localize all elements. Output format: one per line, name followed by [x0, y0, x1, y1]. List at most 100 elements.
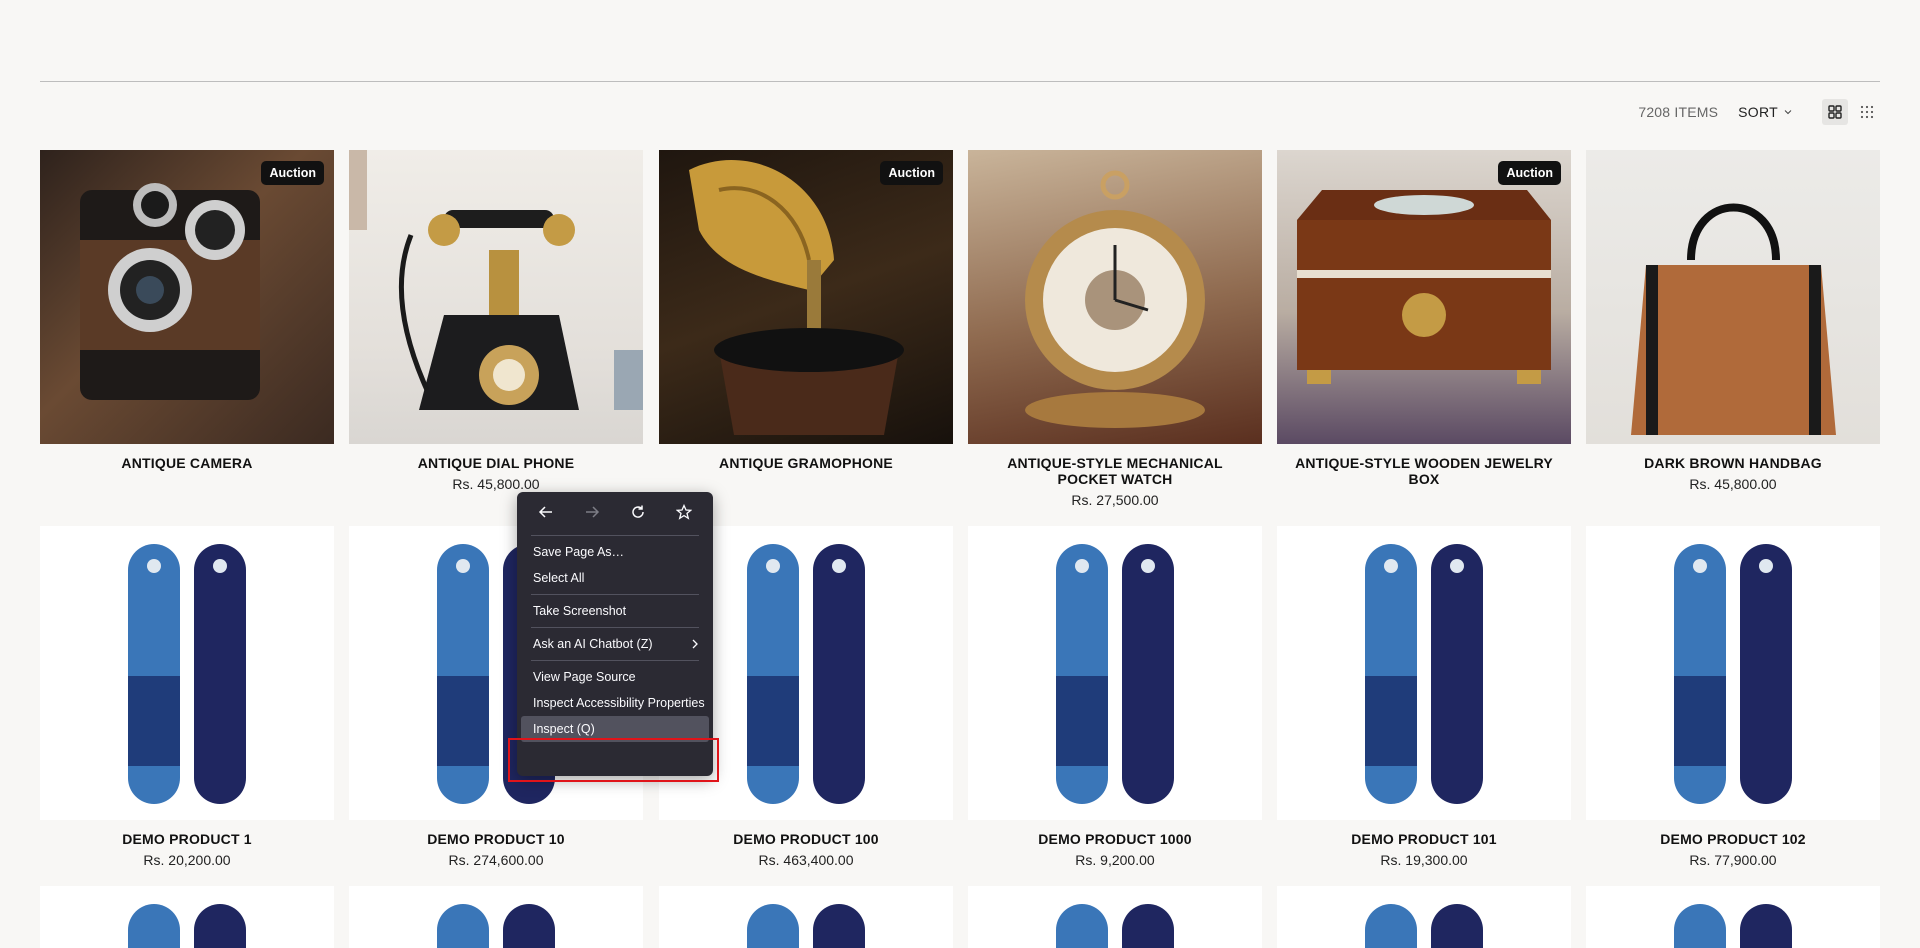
product-card[interactable]: [40, 886, 334, 948]
context-menu: Save Page As… Select All Take Screenshot…: [517, 492, 713, 776]
product-card[interactable]: [1277, 886, 1571, 948]
product-title[interactable]: DARK BROWN HANDBAG: [1586, 455, 1880, 471]
product-image[interactable]: Auction: [40, 150, 334, 444]
product-card[interactable]: DARK BROWN HANDBAG Rs. 45,800.00: [1586, 150, 1880, 492]
product-title[interactable]: ANTIQUE DIAL PHONE: [349, 455, 643, 471]
product-image[interactable]: [1277, 886, 1571, 948]
product-price: Rs. 9,200.00: [1075, 852, 1155, 868]
menu-separator: [531, 660, 699, 661]
product-image[interactable]: [968, 886, 1262, 948]
gramophone-illustration: [689, 160, 904, 435]
product-card[interactable]: DEMO PRODUCT 1000 Rs. 9,200.00: [968, 526, 1262, 868]
product-card[interactable]: [349, 886, 643, 948]
product-title[interactable]: ANTIQUE CAMERA: [40, 455, 334, 471]
product-image[interactable]: [1277, 526, 1571, 820]
snowboard-illustration: [1674, 544, 1792, 804]
product-card[interactable]: [659, 886, 953, 948]
product-price: Rs. 19,300.00: [1380, 852, 1468, 868]
product-price: Rs. 45,800.00: [1689, 476, 1777, 492]
product-image[interactable]: [40, 526, 334, 820]
product-image[interactable]: [1586, 526, 1880, 820]
menu-item-save-page-as[interactable]: Save Page As…: [517, 539, 713, 565]
product-image[interactable]: [968, 526, 1262, 820]
snowboard-illustration: [128, 544, 246, 804]
snowboard-illustration: [1674, 904, 1792, 948]
forward-button[interactable]: [578, 498, 606, 526]
menu-item-label: Ask an AI Chatbot (Z): [533, 637, 653, 651]
product-price: Rs. 274,600.00: [448, 852, 544, 868]
bookmark-star-icon: [676, 504, 692, 520]
menu-item-select-all[interactable]: Select All: [517, 565, 713, 591]
grid-large-icon: [1828, 105, 1842, 119]
product-title[interactable]: ANTIQUE-STYLE WOODEN JEWELRY BOX: [1277, 455, 1571, 487]
product-image[interactable]: Auction: [659, 150, 953, 444]
product-price: Rs. 20,200.00: [143, 852, 231, 868]
product-image[interactable]: [40, 886, 334, 948]
camera-illustration: [80, 183, 260, 400]
snowboard-illustration: [1365, 904, 1483, 948]
menu-item-inspect-accessibility[interactable]: Inspect Accessibility Properties: [517, 690, 713, 716]
product-card[interactable]: [968, 886, 1262, 948]
product-card[interactable]: Auction ANTIQUE CAMERA: [40, 150, 334, 471]
menu-item-view-page-source[interactable]: View Page Source: [517, 664, 713, 690]
product-image[interactable]: [1586, 150, 1880, 444]
collection-toolbar: 7208 ITEMS SORT: [1638, 99, 1880, 125]
product-price: Rs. 27,500.00: [1071, 492, 1159, 508]
chevron-right-icon: [692, 639, 698, 649]
product-title[interactable]: DEMO PRODUCT 1000: [968, 831, 1262, 847]
grid-small-icon: [1860, 105, 1874, 119]
bookmark-button[interactable]: [670, 498, 698, 526]
jewelry-box-illustration: [1297, 190, 1551, 384]
grid-large-view-button[interactable]: [1822, 99, 1848, 125]
reload-icon: [632, 505, 644, 518]
product-price: Rs. 77,900.00: [1689, 852, 1777, 868]
product-card[interactable]: ANTIQUE-STYLE MECHANICAL POCKET WATCH Rs…: [968, 150, 1262, 508]
back-icon: [538, 506, 552, 518]
product-card[interactable]: Auction ANTIQUE-STYLE WOODEN JEWELRY BOX: [1277, 150, 1571, 487]
menu-separator: [531, 535, 699, 536]
grid-small-view-button[interactable]: [1854, 99, 1880, 125]
menu-item-ask-ai-chatbot[interactable]: Ask an AI Chatbot (Z): [517, 631, 713, 657]
pocket-watch-illustration: [1025, 170, 1205, 428]
product-price: Rs. 463,400.00: [758, 852, 854, 868]
product-title[interactable]: DEMO PRODUCT 102: [1586, 831, 1880, 847]
product-card[interactable]: DEMO PRODUCT 101 Rs. 19,300.00: [1277, 526, 1571, 868]
snowboard-illustration: [1365, 544, 1483, 804]
product-title[interactable]: DEMO PRODUCT 101: [1277, 831, 1571, 847]
product-card[interactable]: DEMO PRODUCT 1 Rs. 20,200.00: [40, 526, 334, 868]
sort-dropdown[interactable]: SORT: [1738, 104, 1792, 120]
menu-separator: [531, 594, 699, 595]
reload-button[interactable]: [624, 498, 652, 526]
back-button[interactable]: [532, 498, 560, 526]
menu-item-inspect[interactable]: Inspect (Q): [521, 716, 709, 742]
handbag-illustration: [1631, 203, 1836, 435]
product-card[interactable]: Auction ANTIQUE GRAMOPHONE: [659, 150, 953, 471]
product-title[interactable]: ANTIQUE GRAMOPHONE: [659, 455, 953, 471]
product-card[interactable]: [1586, 886, 1880, 948]
header-divider: [40, 81, 1880, 82]
forward-icon: [586, 506, 600, 518]
auction-badge: Auction: [1498, 161, 1561, 185]
product-image[interactable]: [1586, 886, 1880, 948]
menu-item-take-screenshot[interactable]: Take Screenshot: [517, 598, 713, 624]
snowboard-illustration: [747, 904, 865, 948]
snowboard-illustration: [437, 904, 555, 948]
auction-badge: Auction: [261, 161, 324, 185]
auction-badge: Auction: [880, 161, 943, 185]
product-card[interactable]: DEMO PRODUCT 102 Rs. 77,900.00: [1586, 526, 1880, 868]
product-title[interactable]: DEMO PRODUCT 1: [40, 831, 334, 847]
product-image[interactable]: Auction: [1277, 150, 1571, 444]
product-title[interactable]: DEMO PRODUCT 10: [349, 831, 643, 847]
product-title[interactable]: ANTIQUE-STYLE MECHANICAL POCKET WATCH: [968, 455, 1262, 487]
snowboard-illustration: [1056, 904, 1174, 948]
product-image[interactable]: [349, 150, 643, 444]
product-image[interactable]: [968, 150, 1262, 444]
product-title[interactable]: DEMO PRODUCT 100: [659, 831, 953, 847]
product-image[interactable]: [659, 886, 953, 948]
snowboard-illustration: [128, 904, 246, 948]
product-image[interactable]: [349, 886, 643, 948]
snowboard-illustration: [1056, 544, 1174, 804]
chevron-down-icon: [1784, 110, 1792, 115]
sort-label: SORT: [1738, 104, 1778, 120]
product-card[interactable]: ANTIQUE DIAL PHONE Rs. 45,800.00: [349, 150, 643, 492]
